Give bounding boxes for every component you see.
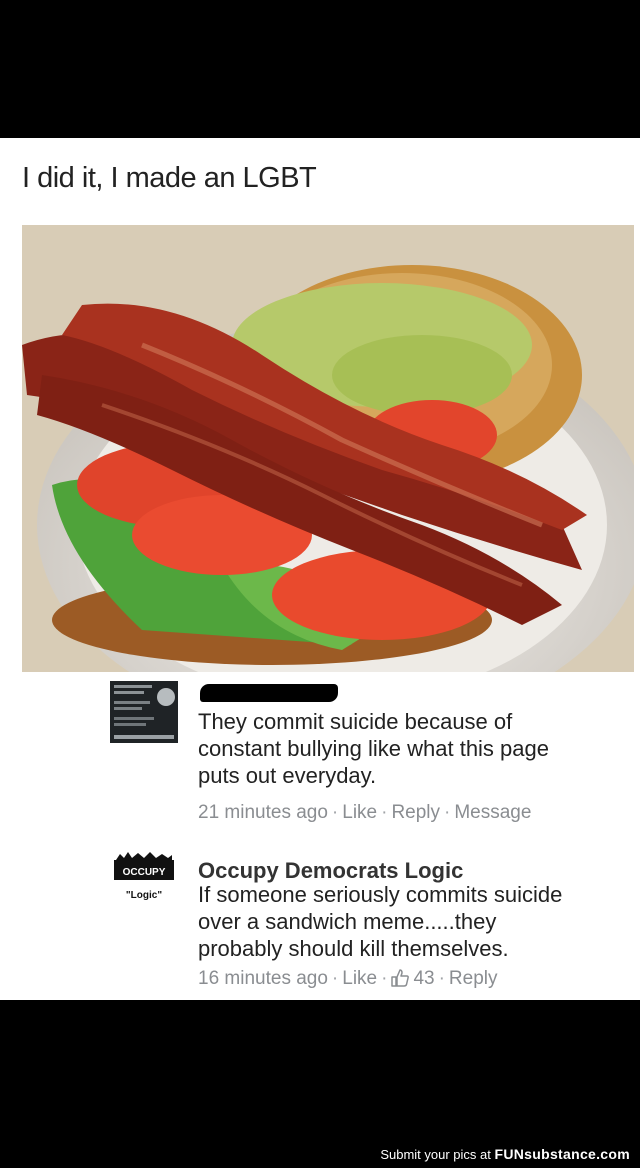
- message-link[interactable]: Message: [454, 802, 531, 823]
- footer-brand: FUNsubstance.com: [494, 1146, 630, 1162]
- reaction-count[interactable]: 43: [413, 968, 434, 989]
- avatar[interactable]: [110, 681, 178, 743]
- post-card: I did it, I made an LGBT They commit sui…: [0, 138, 640, 1000]
- comment-timestamp[interactable]: 21 minutes ago: [198, 802, 328, 823]
- post-caption: I did it, I made an LGBT: [22, 162, 317, 194]
- svg-text:OCCUPY: OCCUPY: [123, 867, 166, 878]
- reply-link[interactable]: Reply: [391, 802, 440, 823]
- avatar[interactable]: OCCUPY "Logic": [110, 846, 178, 908]
- thumbs-up-icon: [391, 969, 410, 993]
- comment-timestamp[interactable]: 16 minutes ago: [198, 968, 328, 989]
- occupy-logo-icon: OCCUPY "Logic": [114, 852, 174, 901]
- avatar-image: [110, 681, 178, 743]
- like-link[interactable]: Like: [342, 802, 377, 823]
- watermark-footer: Submit your pics at FUNsubstance.com: [380, 1146, 630, 1162]
- comment-text: They commit suicide because of constant …: [198, 709, 549, 788]
- reply-link[interactable]: Reply: [449, 968, 498, 989]
- comment-meta: 21 minutes ago · Like · Reply · Message: [198, 802, 532, 823]
- comment-meta: 16 minutes ago · Like · 43 · Reply: [198, 968, 497, 993]
- comment-text: If someone seriously commits suicide ove…: [198, 882, 563, 961]
- footer-text: Submit your pics at: [380, 1147, 491, 1162]
- redacted-author-name: [200, 684, 338, 702]
- post-photo[interactable]: [22, 225, 634, 672]
- like-link[interactable]: Like: [342, 968, 377, 989]
- svg-text:"Logic": "Logic": [126, 890, 162, 901]
- blt-sandwich-image: [22, 225, 634, 672]
